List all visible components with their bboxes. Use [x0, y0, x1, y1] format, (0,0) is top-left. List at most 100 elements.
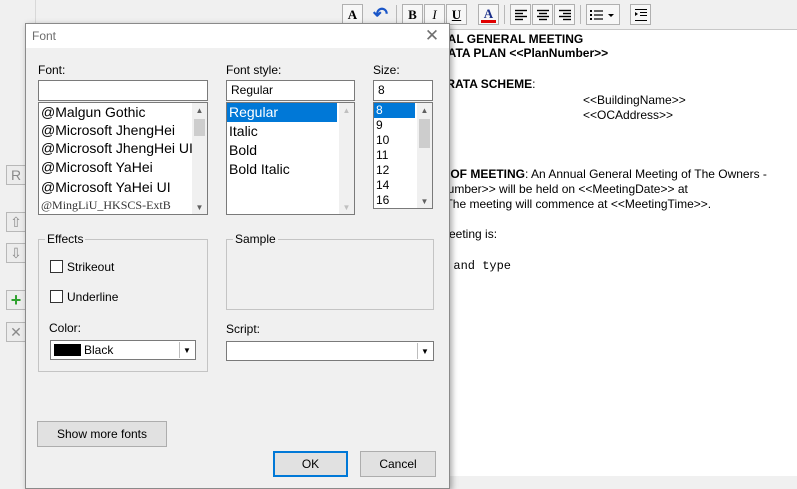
move-down-glyph: ⇩ [10, 244, 22, 261]
font-style-label: Font style: [226, 63, 282, 77]
underline-label[interactable]: Underline [67, 290, 118, 304]
cancel-button[interactable]: Cancel [360, 451, 436, 477]
indent-button[interactable] [630, 4, 651, 25]
doc-run: : [532, 77, 536, 91]
doc-line: Number>> will be held on <<MeetingDate>>… [439, 182, 688, 196]
size-input[interactable]: 8 [373, 80, 433, 101]
bullet-list-icon [590, 9, 614, 20]
font-name-input[interactable] [38, 80, 208, 101]
font-style-list[interactable]: Regular Italic Bold Bold Italic ▲ ▼ [226, 102, 355, 215]
indent-icon [634, 8, 647, 21]
scroll-down-icon[interactable]: ▼ [192, 200, 207, 214]
scroll-up-icon[interactable]: ▲ [192, 103, 207, 117]
move-down-icon[interactable]: ⇩ [6, 243, 26, 263]
font-list-item[interactable]: @Malgun Gothic [39, 103, 207, 121]
chevron-down-icon[interactable]: ▼ [179, 342, 194, 358]
effects-group: Effects Strikeout Underline Color: Black… [38, 232, 208, 372]
dialog-title: Font [32, 29, 57, 43]
doc-line: <<OCAddress>> [583, 108, 674, 122]
bold-button[interactable]: B [402, 4, 423, 25]
toolbar-separator [504, 5, 505, 24]
doc-bold-run: TRATA SCHEME [439, 77, 533, 91]
font-color-bar [481, 19, 496, 23]
scroll-down-icon[interactable]: ▼ [339, 200, 354, 214]
align-right-icon [558, 9, 571, 20]
font-button[interactable]: A [342, 4, 363, 25]
font-label: Font: [38, 63, 66, 77]
font-style-item-bold-italic[interactable]: Bold Italic [227, 160, 354, 179]
font-list-scrollbar[interactable]: ▲ ▼ [192, 103, 207, 214]
size-list[interactable]: 8 9 10 11 12 14 16 ▲ ▼ [373, 102, 433, 209]
script-select[interactable]: ▼ [226, 341, 434, 361]
move-up-icon[interactable]: ⇧ [6, 212, 26, 232]
toolbar-separator [580, 5, 581, 24]
font-style-scrollbar[interactable]: ▲ ▼ [339, 103, 354, 214]
add-icon[interactable]: + [6, 290, 26, 310]
undo-glyph: ↶ [372, 4, 389, 24]
font-list-item[interactable]: @Microsoft JhengHei UI [39, 139, 207, 157]
toolbar-separator [396, 5, 397, 24]
doc-line: TRATA SCHEME: [439, 77, 535, 91]
add-glyph: + [10, 289, 22, 310]
ok-button[interactable]: OK [273, 451, 348, 477]
undo-icon[interactable]: ↶ [370, 4, 391, 25]
scroll-down-icon[interactable]: ▼ [417, 194, 432, 208]
strikeout-label[interactable]: Strikeout [67, 260, 114, 274]
font-style-item-italic[interactable]: Italic [227, 122, 354, 141]
scroll-thumb[interactable] [419, 119, 430, 148]
align-left-icon [514, 9, 527, 20]
font-list-item[interactable]: @MingLiU_HKSCS-ExtB [39, 197, 207, 213]
font-list[interactable]: @Malgun Gothic @Microsoft JhengHei @Micr… [38, 102, 208, 215]
font-color-button[interactable]: A [478, 4, 499, 25]
r-glyph: R [10, 167, 22, 183]
color-select[interactable]: Black ▼ [50, 340, 196, 360]
show-more-fonts-button[interactable]: Show more fonts [37, 421, 167, 447]
font-list-item[interactable]: @Microsoft YaHei [39, 157, 207, 177]
sample-group: Sample [226, 232, 434, 310]
align-right-button[interactable] [554, 4, 575, 25]
underline-icon: U [451, 6, 462, 22]
effects-label: Effects [45, 232, 86, 246]
italic-button[interactable]: I [424, 4, 445, 25]
font-color-icon: A [483, 5, 494, 21]
scroll-up-icon[interactable]: ▲ [339, 103, 354, 117]
size-list-item[interactable]: 8 [374, 103, 415, 118]
font-style-item-regular[interactable]: Regular [227, 103, 337, 122]
doc-line: UAL GENERAL MEETING [439, 32, 584, 46]
underline-button[interactable]: U [446, 4, 467, 25]
doc-bold-run: E OF MEETING [439, 167, 526, 181]
align-center-icon [536, 9, 549, 20]
font-dialog: Font ✕ Font: @Malgun Gothic @Microsoft J… [25, 23, 450, 489]
bullet-list-button[interactable] [586, 4, 620, 25]
doc-line: E OF MEETING: An Annual General Meeting … [439, 167, 767, 181]
color-label: Color: [49, 321, 82, 335]
size-list-scrollbar[interactable]: ▲ ▼ [417, 103, 432, 208]
font-list-item[interactable]: @Microsoft JhengHei [39, 121, 207, 139]
doc-line: . The meeting will commence at <<Meeting… [439, 197, 712, 211]
italic-icon: I [432, 6, 437, 22]
doc-run: : An Annual General Meeting of The Owner… [525, 167, 767, 181]
delete-icon[interactable]: ✕ [6, 322, 26, 342]
font-icon: A [347, 6, 358, 22]
align-left-button[interactable] [510, 4, 531, 25]
align-center-button[interactable] [532, 4, 553, 25]
bold-icon: B [408, 6, 417, 22]
doc-line: <<BuildingName>> [583, 93, 686, 107]
underline-checkbox[interactable] [50, 290, 63, 303]
dialog-titlebar[interactable]: Font ✕ [26, 24, 449, 48]
script-label: Script: [226, 322, 261, 336]
font-list-item[interactable]: @Microsoft YaHei UI [39, 177, 207, 197]
scroll-up-icon[interactable]: ▲ [417, 103, 432, 117]
font-style-input[interactable]: Regular [226, 80, 355, 101]
sample-label: Sample [233, 232, 278, 246]
font-style-item-bold[interactable]: Bold [227, 141, 354, 160]
r-button[interactable]: R [6, 165, 26, 185]
move-up-glyph: ⇧ [10, 213, 22, 230]
doc-line: RATA PLAN <<PlanNumber>> [439, 46, 609, 60]
delete-glyph: ✕ [10, 323, 22, 340]
strikeout-checkbox[interactable] [50, 260, 63, 273]
color-value: Black [84, 343, 114, 357]
close-icon[interactable]: ✕ [421, 25, 443, 47]
chevron-down-icon[interactable]: ▼ [417, 343, 432, 359]
scroll-thumb[interactable] [194, 119, 205, 136]
